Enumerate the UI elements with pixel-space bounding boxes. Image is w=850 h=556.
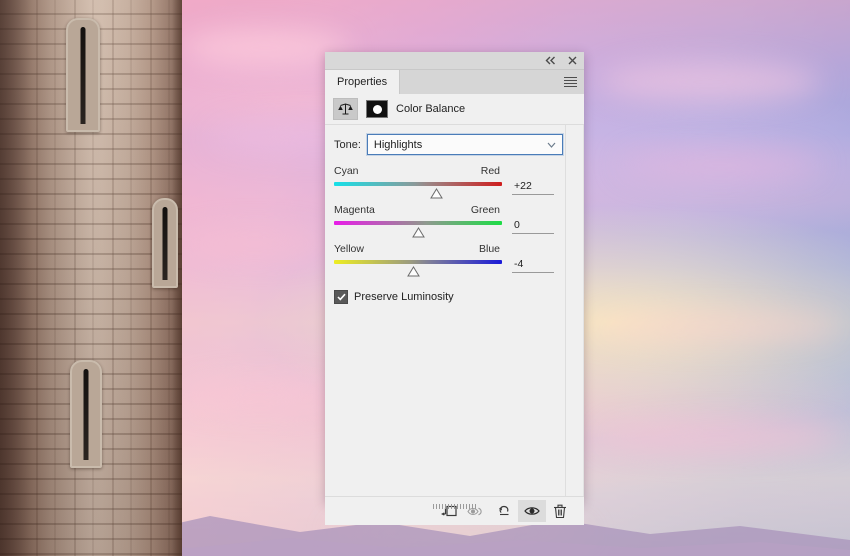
panel-footer-toolbar: [325, 496, 584, 525]
color-balance-icon[interactable]: [333, 98, 358, 120]
slider-value-field[interactable]: +22: [512, 180, 554, 195]
delete-layer-icon[interactable]: [546, 500, 574, 522]
tone-dropdown[interactable]: Highlights: [366, 134, 563, 155]
properties-panel: Properties Color Balance Tone: Highlight…: [325, 52, 584, 525]
tone-row: Tone: Highlights: [325, 125, 583, 155]
slider-value-field[interactable]: 0: [512, 219, 554, 234]
toggle-visibility-icon[interactable]: [518, 500, 546, 522]
window-slit: [162, 207, 168, 280]
stone-tower-photo: [0, 0, 182, 556]
slider-value: +22: [514, 180, 532, 192]
slider-left-label: Magenta: [334, 204, 375, 216]
slider-track: [334, 260, 502, 264]
panel-titlebar-buttons: [544, 52, 579, 69]
slider-track-wrap[interactable]: [334, 258, 502, 277]
slider-right-label: Blue: [478, 243, 500, 255]
slider-yellow-blue: Yellow Blue -4: [334, 243, 573, 277]
reset-icon[interactable]: [490, 500, 518, 522]
adjustment-header-row: Color Balance: [325, 94, 584, 125]
adjustment-title: Color Balance: [396, 103, 466, 115]
panel-resize-grip[interactable]: [432, 504, 477, 509]
preserve-luminosity-row[interactable]: Preserve Luminosity: [325, 282, 583, 304]
slider-thumb[interactable]: [430, 188, 444, 199]
slider-magenta-green: Magenta Green 0: [334, 204, 573, 238]
panel-body: Tone: Highlights Cyan Red +22 Magenta Gr…: [325, 125, 584, 496]
slider-legend: Yellow Blue: [334, 243, 500, 255]
slider-left-label: Cyan: [334, 165, 359, 177]
slider-value: -4: [514, 258, 524, 270]
slider-row: 0: [334, 219, 573, 238]
tone-dropdown-value: Highlights: [373, 138, 423, 151]
panel-titlebar: [325, 52, 584, 70]
slider-track: [334, 221, 502, 225]
slider-left-label: Yellow: [334, 243, 364, 255]
slider-thumb[interactable]: [412, 227, 425, 238]
tabstrip-empty-area: [400, 70, 584, 94]
tower-window: [70, 360, 102, 468]
chevron-down-icon: [547, 140, 556, 150]
slider-track: [334, 182, 502, 186]
value-underline: [512, 272, 554, 273]
panel-menu-icon[interactable]: [564, 75, 578, 89]
panel-tabstrip: Properties: [325, 70, 584, 94]
close-icon[interactable]: [566, 54, 579, 67]
tower-window: [66, 18, 100, 132]
mask-dot: [372, 104, 382, 114]
slider-legend: Magenta Green: [334, 204, 500, 216]
window-slit: [83, 369, 89, 460]
slider-legend: Cyan Red: [334, 165, 500, 177]
tone-label: Tone:: [334, 138, 361, 151]
preserve-luminosity-label: Preserve Luminosity: [354, 291, 454, 303]
slider-right-label: Green: [470, 204, 500, 216]
slider-track-wrap[interactable]: [334, 219, 502, 238]
tab-properties[interactable]: Properties: [325, 70, 401, 94]
slider-value-field[interactable]: -4: [512, 258, 554, 273]
window-slit: [80, 27, 86, 124]
value-underline: [512, 194, 554, 195]
slider-value: 0: [514, 219, 520, 231]
value-underline: [512, 233, 554, 234]
slider-row: -4: [334, 258, 573, 277]
tower-window: [152, 198, 178, 288]
preserve-luminosity-checkbox[interactable]: [334, 290, 348, 304]
slider-right-label: Red: [480, 165, 500, 177]
screenshot-root: Properties Color Balance Tone: Highlight…: [0, 0, 850, 556]
slider-cyan-red: Cyan Red +22: [334, 165, 573, 199]
collapse-icon[interactable]: [544, 54, 557, 67]
slider-thumb[interactable]: [407, 266, 420, 277]
slider-row: +22: [334, 180, 573, 199]
color-sliders: Cyan Red +22 Magenta Green 0 Yellow Blue…: [325, 155, 583, 277]
layer-mask-thumbnail[interactable]: [366, 100, 388, 118]
slider-track-wrap[interactable]: [334, 180, 502, 199]
